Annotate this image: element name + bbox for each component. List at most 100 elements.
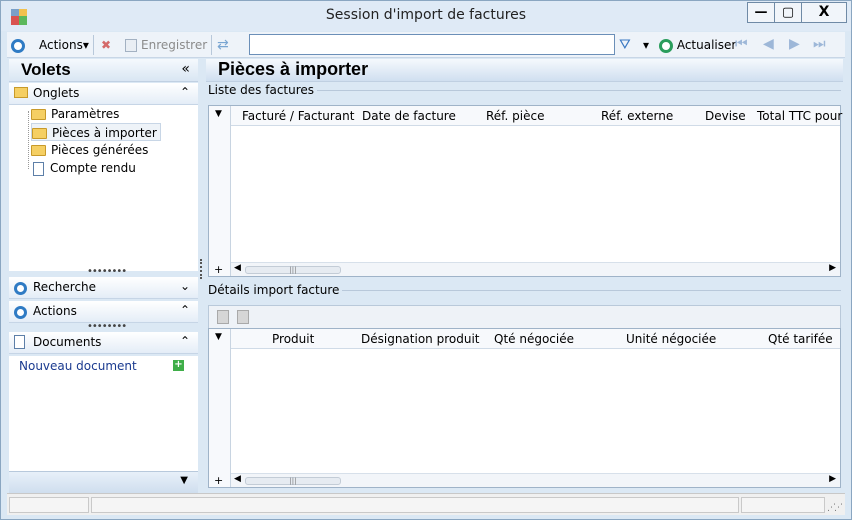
edit-line-icon[interactable]: [237, 310, 249, 324]
filter-icon[interactable]: ⛛: [619, 36, 631, 54]
tree-item-compte-rendu[interactable]: Compte rendu: [31, 159, 136, 177]
invoices-horizontal-scrollbar[interactable]: ◀ ||| ▶: [231, 262, 840, 276]
panes-header: Volets «: [9, 59, 198, 82]
column-chooser-icon[interactable]: ▼: [215, 332, 222, 342]
column-header[interactable]: Qté tarifée: [768, 332, 833, 346]
search-circle-icon: [14, 281, 27, 295]
section-actions[interactable]: Actions ⌃: [9, 301, 198, 323]
sync-icon[interactable]: ⇄: [217, 36, 229, 54]
scroll-left-icon[interactable]: ◀: [234, 263, 241, 273]
column-header[interactable]: Unité négociée: [626, 332, 716, 346]
chevron-up-icon[interactable]: ⌃: [180, 85, 190, 99]
section-recherche[interactable]: Recherche ⌄: [9, 277, 198, 299]
add-row-icon[interactable]: +: [214, 474, 223, 487]
actions-menu-label: Actions: [39, 38, 83, 52]
last-page-icon[interactable]: ⏭: [813, 36, 826, 52]
folder-icon: [14, 87, 28, 98]
invoices-grid-header: Facturé / Facturant Date de facture Réf.…: [209, 106, 842, 126]
section-onglets[interactable]: Onglets ⌃: [9, 83, 198, 105]
folder-open-icon: [32, 128, 47, 139]
details-toolbar: [208, 305, 841, 329]
tree-item-label: Pièces générées: [51, 143, 149, 157]
column-header[interactable]: Réf. pièce: [486, 109, 544, 123]
delete-icon[interactable]: ✖: [101, 36, 111, 54]
first-page-icon[interactable]: ⏮: [735, 36, 748, 52]
expand-panes-icon[interactable]: ▼: [180, 475, 188, 486]
section-documents[interactable]: Documents ⌃: [9, 332, 198, 354]
documents-panel: Nouveau document +: [9, 356, 198, 471]
column-header[interactable]: Désignation produit: [361, 332, 479, 346]
chevron-down-icon: ▾: [82, 38, 89, 52]
folder-icon: [31, 109, 46, 120]
section-recherche-label: Recherche: [33, 280, 97, 294]
column-header[interactable]: Produit: [272, 332, 314, 346]
chevron-down-icon[interactable]: ⌄: [180, 279, 190, 293]
new-document-link[interactable]: Nouveau document: [19, 359, 137, 373]
vertical-splitter[interactable]: [200, 259, 202, 279]
status-cell: [741, 497, 825, 513]
column-header[interactable]: Total TTC pour: [757, 109, 842, 123]
column-header[interactable]: Facturé / Facturant: [242, 109, 354, 123]
document-icon: [14, 335, 25, 349]
window-title: Session d'import de factures: [325, 7, 527, 23]
tree-item-label: Pièces à importer: [52, 126, 157, 140]
scroll-left-icon[interactable]: ◀: [234, 474, 241, 484]
column-chooser-icon[interactable]: ▼: [215, 109, 222, 119]
document-icon: [33, 161, 44, 176]
chevron-up-icon[interactable]: ⌃: [180, 334, 190, 348]
status-cell: [91, 497, 739, 513]
tree-connector: [28, 111, 29, 169]
refresh-icon: [659, 38, 673, 53]
tree-item-parametres[interactable]: Paramètres: [31, 105, 119, 123]
section-documents-label: Documents: [33, 335, 102, 349]
panes-title: Volets: [21, 60, 71, 79]
previous-page-icon[interactable]: ◀: [763, 36, 774, 52]
panes-footer: ▼: [9, 471, 198, 493]
save-icon: [125, 39, 137, 52]
tabs-tree: Paramètres Pièces à importer Pièces géné…: [9, 105, 198, 271]
title-bar: Session d'import de factures — ▢ X: [1, 1, 851, 31]
toolbar-separator: [211, 35, 212, 55]
splitter-grip[interactable]: ••••••••: [87, 266, 127, 277]
maximize-button[interactable]: ▢: [774, 2, 802, 23]
actions-circle-icon[interactable]: [11, 36, 25, 54]
search-input[interactable]: [249, 34, 615, 55]
invoices-grid: Facturé / Facturant Date de facture Réf.…: [208, 105, 842, 277]
scroll-thumb[interactable]: |||: [245, 266, 341, 274]
status-bar: ⋰⋰: [7, 493, 845, 515]
splitter-grip[interactable]: ••••••••: [87, 321, 127, 332]
tree-item-pieces-generees[interactable]: Pièces générées: [31, 141, 148, 159]
tree-item-label: Paramètres: [51, 107, 120, 121]
scroll-thumb[interactable]: |||: [245, 477, 341, 485]
details-horizontal-scrollbar[interactable]: ◀ ||| ▶: [231, 473, 840, 487]
resize-grip-icon[interactable]: ⋰⋰: [827, 503, 843, 513]
next-page-icon[interactable]: ▶: [789, 36, 800, 52]
minimize-button[interactable]: —: [747, 2, 775, 23]
new-line-icon[interactable]: [217, 310, 229, 324]
actions-menu-button[interactable]: Actions▾: [39, 36, 89, 54]
column-header[interactable]: Date de facture: [362, 109, 456, 123]
filter-dropdown-icon[interactable]: ▾: [643, 36, 649, 54]
details-group-label: Détails import facture: [208, 283, 343, 297]
chevron-up-icon[interactable]: ⌃: [180, 303, 190, 317]
collapse-panes-icon[interactable]: «: [181, 61, 190, 77]
scroll-right-icon[interactable]: ▶: [829, 474, 836, 484]
add-row-icon[interactable]: +: [214, 263, 223, 276]
group-border: [331, 290, 841, 291]
save-button[interactable]: Enregistrer: [125, 36, 207, 54]
group-border: [301, 90, 841, 91]
toolbar-separator: [93, 35, 94, 55]
column-header[interactable]: Devise: [705, 109, 746, 123]
status-cell: [9, 497, 89, 513]
close-button[interactable]: X: [801, 2, 847, 23]
save-label: Enregistrer: [141, 38, 208, 52]
column-header[interactable]: Qté négociée: [494, 332, 574, 346]
page-header: Pièces à importer: [206, 59, 843, 82]
main-toolbar: Actions▾ ✖ Enregistrer ⇄ ⛛ ▾ Actualiser …: [7, 32, 845, 58]
column-header[interactable]: Réf. externe: [601, 109, 673, 123]
details-row-header: ▼: [209, 329, 231, 487]
refresh-button[interactable]: Actualiser: [659, 36, 736, 54]
add-document-icon[interactable]: +: [173, 360, 184, 371]
tree-item-pieces-a-importer[interactable]: Pièces à importer: [31, 123, 161, 141]
scroll-right-icon[interactable]: ▶: [829, 263, 836, 273]
